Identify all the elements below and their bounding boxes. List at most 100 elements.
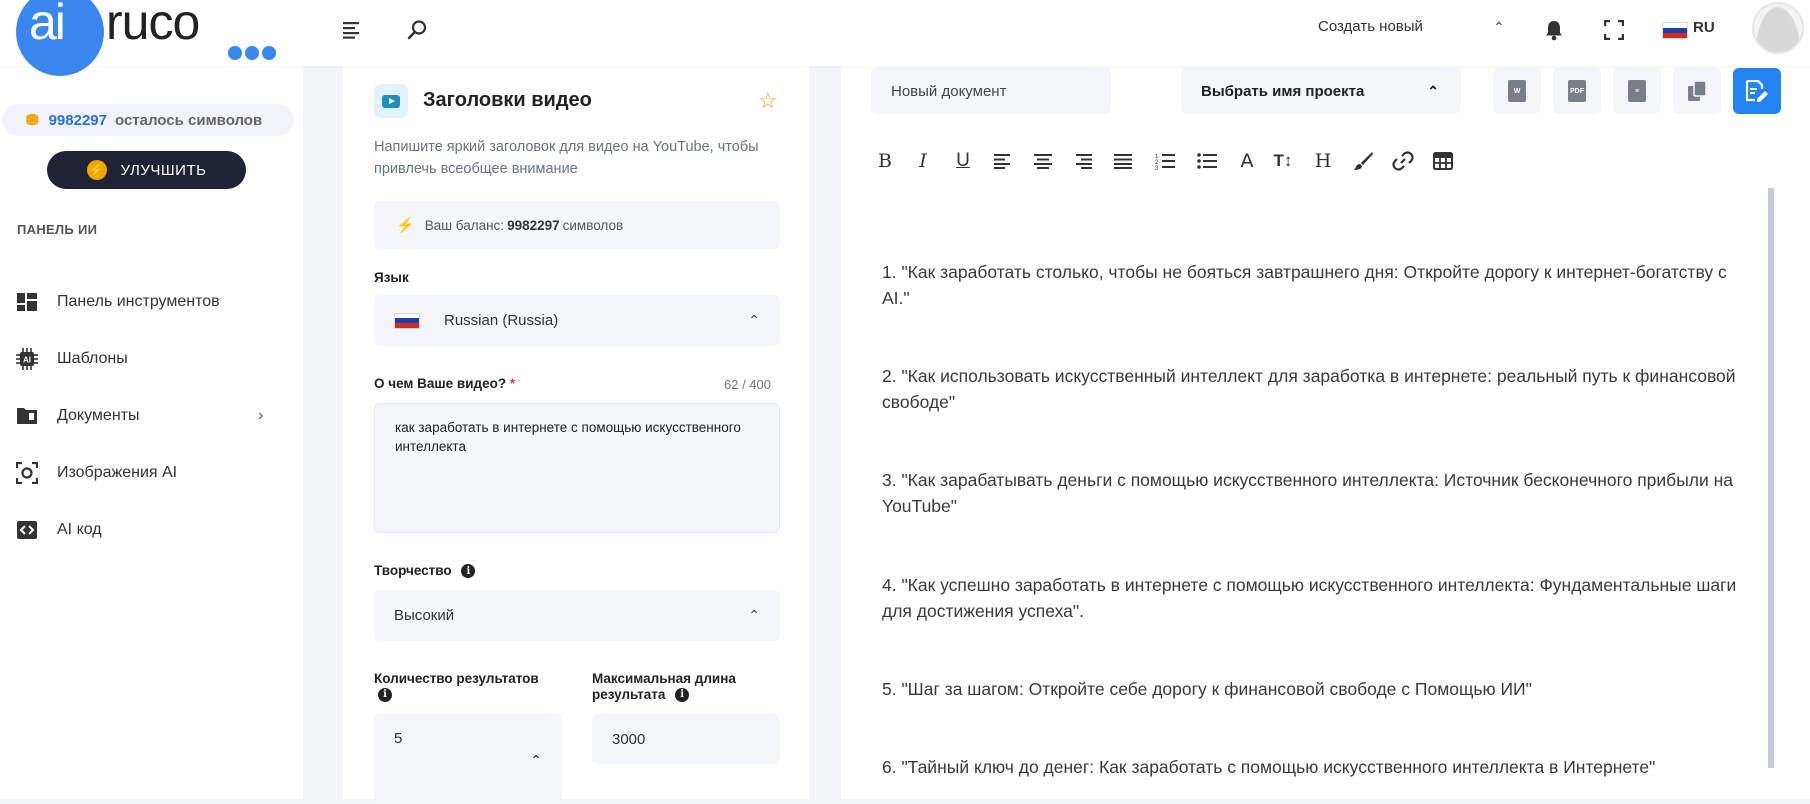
underline-icon[interactable]: U [949, 146, 977, 176]
max-length-label: Максимальная длина результата i [592, 671, 782, 703]
credits-text: осталось символов [114, 111, 263, 129]
result-paragraph: 1. "Как заработать столько, чтобы не боя… [882, 262, 1727, 308]
editor-scrollbar[interactable] [1768, 188, 1774, 768]
logo-ruco-text: ruco [106, 0, 200, 50]
sidebar-item-label: Панель инструментов [57, 293, 220, 310]
credits-badge: ⛃ 9982297 осталось символов [2, 104, 294, 136]
project-select[interactable]: Выбрать имя проекта ⌃ [1181, 68, 1461, 114]
youtube-icon [374, 84, 408, 118]
link-icon[interactable] [1389, 146, 1417, 176]
user-avatar[interactable] [1752, 2, 1804, 54]
coins-icon: ⛃ [26, 112, 39, 129]
char-counter: 62 / 400 [724, 377, 771, 392]
menu-icon[interactable] [339, 16, 367, 44]
svg-text:3: 3 [1155, 166, 1159, 170]
sidebar-item-label: Изображения AI [57, 464, 178, 481]
language-label: Язык [374, 270, 409, 285]
language-select[interactable]: Russian (Russia) ⌃ [374, 295, 780, 346]
align-left-icon[interactable] [989, 146, 1017, 176]
creativity-select[interactable]: Высокий ⌃ [374, 590, 780, 641]
font-color-icon[interactable]: A [1233, 146, 1261, 176]
document-name-input[interactable]: Новый документ [871, 68, 1111, 114]
brush-icon[interactable] [1349, 146, 1377, 176]
max-length-value: 3000 [612, 730, 646, 748]
create-new-dropdown[interactable]: Создать новый [1318, 18, 1423, 35]
chevron-up-icon: ⌃ [1427, 82, 1439, 99]
chevron-up-icon: ⌃ [748, 312, 760, 328]
save-document-button[interactable] [1733, 68, 1781, 114]
code-icon [16, 519, 38, 541]
sidebar-item-label: Документы [57, 407, 140, 424]
pdf-export-icon: PDF [1568, 80, 1586, 102]
sidebar-item-documents[interactable]: Документы › [0, 396, 300, 436]
language-code[interactable]: RU [1693, 19, 1715, 36]
balance-value: 9982297 [507, 217, 560, 233]
results-count-label: Количество результатов i [374, 671, 564, 703]
svg-text:AI: AI [23, 356, 31, 365]
chevron-up-icon[interactable]: ⌃ [1493, 19, 1505, 36]
search-icon[interactable] [403, 16, 431, 44]
info-icon[interactable]: i [675, 688, 690, 703]
export-word-button[interactable]: W [1493, 68, 1541, 114]
favorite-star-icon[interactable]: ☆ [758, 88, 778, 114]
align-center-icon[interactable] [1029, 146, 1057, 176]
info-icon[interactable]: i [461, 564, 476, 579]
camera-icon [16, 462, 38, 484]
info-icon[interactable]: i [378, 688, 392, 703]
sidebar-item-ai-images[interactable]: Изображения AI [0, 453, 300, 493]
chevron-up-icon: ⌃ [748, 607, 760, 623]
table-icon[interactable] [1429, 146, 1457, 176]
font-size-icon[interactable]: T↕ [1269, 146, 1297, 176]
folder-icon [16, 405, 38, 427]
result-paragraph: 5. "Шаг за шагом: Откройте себе дорогу к… [882, 679, 1532, 699]
results-count-label-text: Количество результатов [374, 671, 539, 686]
italic-icon[interactable]: I [909, 146, 937, 176]
sidebar-item-templates[interactable]: AI Шаблоны [0, 339, 300, 379]
tool-title: Заголовки видео [423, 89, 592, 111]
section-label: ПАНЕЛЬ ИИ [17, 222, 98, 237]
align-right-icon[interactable] [1069, 146, 1097, 176]
sidebar-item-dashboard[interactable]: Панель инструментов [0, 282, 300, 322]
top-bar: ai ruco Создать новый ⌃ RU [0, 0, 1810, 76]
results-count-input[interactable]: 5 ⌃ [374, 714, 562, 804]
balance-box: ⚡ Ваш баланс: 9982297 символов [374, 201, 780, 249]
copy-button[interactable] [1673, 68, 1721, 114]
chevron-right-icon: › [258, 407, 264, 424]
export-txt-button[interactable]: ≡ [1613, 68, 1661, 114]
topic-textarea[interactable]: как заработать в интернете с помощью иск… [374, 403, 780, 533]
results-count-value: 5 [394, 730, 403, 747]
balance-suffix: символов [562, 217, 624, 233]
upgrade-button[interactable]: ⚡ УЛУЧШИТЬ [47, 151, 246, 189]
chevron-up-icon[interactable]: ⌃ [530, 752, 542, 769]
txt-export-icon: ≡ [1628, 80, 1646, 102]
ordered-list-icon[interactable]: 123 [1151, 146, 1179, 176]
fullscreen-icon[interactable] [1600, 16, 1628, 44]
lightning-icon: ⚡ [396, 217, 415, 234]
result-paragraph: 3. "Как зарабатывать деньги с помощью ис… [882, 470, 1734, 516]
ai-chip-icon: AI [16, 348, 38, 370]
sidebar: ⛃ 9982297 осталось символов ⚡ УЛУЧШИТЬ П… [0, 66, 303, 799]
russia-flag-icon [394, 312, 420, 329]
bell-icon[interactable] [1540, 16, 1568, 44]
logo-ai-text: ai [29, 0, 66, 50]
save-document-icon [1745, 80, 1768, 102]
logo-dots [228, 46, 276, 60]
export-pdf-button[interactable]: PDF [1553, 68, 1601, 114]
logo[interactable]: ai ruco [16, 0, 281, 78]
russia-flag-icon[interactable] [1662, 22, 1688, 39]
tool-description: Напишите яркий заголовок для видео на Yo… [374, 139, 759, 177]
generator-form-panel: Заголовки видео ☆ Напишите яркий заголов… [343, 66, 809, 804]
justify-icon[interactable] [1109, 146, 1137, 176]
credits-value: 9982297 [48, 111, 107, 129]
sidebar-item-ai-code[interactable]: AI код [0, 510, 300, 550]
max-length-input[interactable]: 3000 [592, 714, 780, 764]
result-paragraph: 6. "Тайный ключ до денег: Как заработать… [882, 757, 1656, 777]
result-paragraph: 4. "Как успешно заработать в интернете с… [882, 575, 1737, 621]
language-value: Russian (Russia) [444, 312, 559, 329]
bold-icon[interactable]: B [871, 146, 899, 176]
required-marker: * [509, 376, 516, 391]
creativity-label: Творчество i [374, 563, 476, 579]
bullet-list-icon[interactable] [1193, 146, 1221, 176]
heading-icon[interactable]: H [1309, 146, 1337, 176]
result-paragraph: 2. "Как использовать искусственный интел… [882, 366, 1736, 412]
